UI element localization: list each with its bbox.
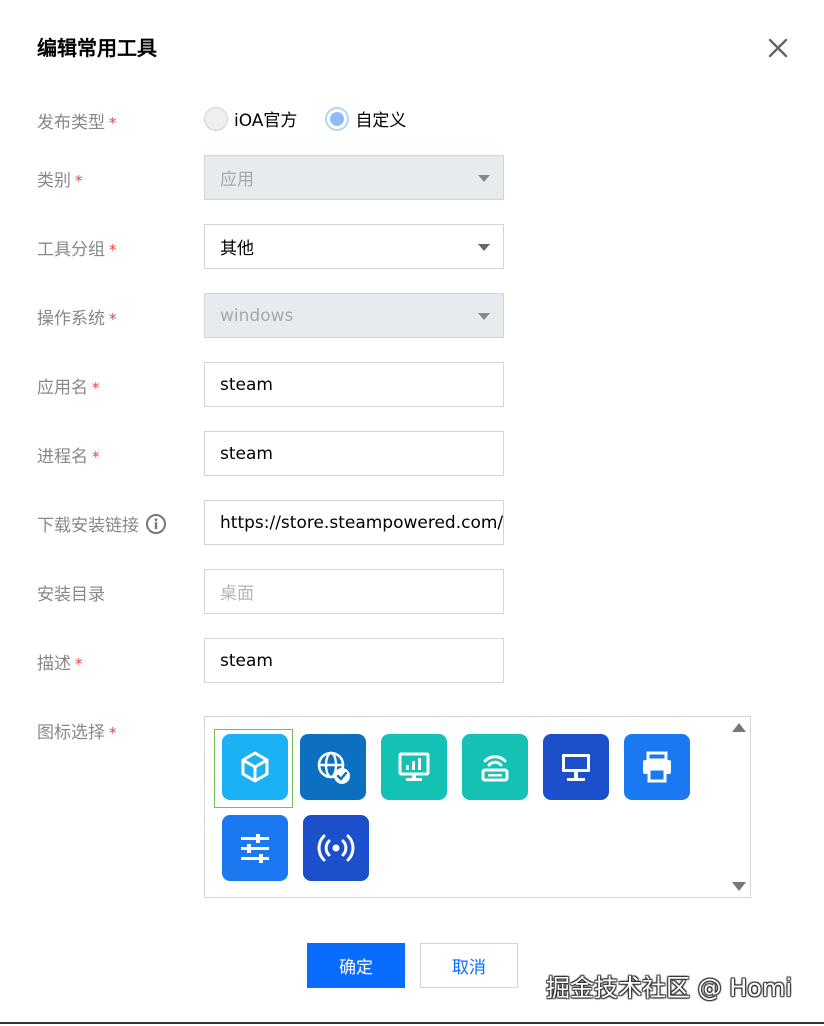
globe-check-icon[interactable] (300, 734, 366, 800)
chevron-down-icon (478, 175, 490, 182)
description-input[interactable]: steam (204, 638, 504, 683)
cube-icon[interactable] (222, 734, 288, 800)
install-dir-placeholder: 桌面 (220, 584, 254, 604)
edit-tool-dialog: 编辑常用工具 发布类型 * iOA官方 自定义 类别 * 应用 工具分组 * 其他 操… (0, 0, 824, 1026)
os-label: 操作系统 * (37, 304, 117, 329)
required-mark: * (92, 379, 100, 397)
router-icon[interactable] (462, 734, 528, 800)
close-icon[interactable] (764, 34, 792, 62)
monitor-chart-icon[interactable] (381, 734, 447, 800)
required-mark: * (75, 172, 83, 190)
tool-group-label: 工具分组 * (37, 235, 117, 260)
category-label: 类别 * (37, 166, 83, 191)
chevron-down-icon (478, 313, 490, 320)
os-select[interactable]: windows (204, 293, 504, 338)
icon-select-label-text: 图标选择 (37, 723, 105, 743)
icon-select-label: 图标选择 * (37, 718, 117, 743)
radio-circle (204, 106, 228, 131)
process-name-label: 进程名 * (37, 442, 100, 467)
icon-picker (204, 716, 751, 898)
required-mark: * (109, 241, 117, 259)
app-name-input[interactable]: steam (204, 362, 504, 407)
radio-ioa-official[interactable]: iOA官方 (204, 106, 297, 131)
confirm-button[interactable]: 确定 (307, 943, 405, 988)
download-link-label: 下载安装链接 (37, 511, 167, 536)
category-value: 应用 (220, 170, 254, 190)
app-name-label: 应用名 * (37, 373, 100, 398)
download-link-input[interactable]: https://store.steampowered.com/a (204, 500, 504, 545)
tool-group-label-text: 工具分组 (37, 240, 105, 260)
broadcast-icon[interactable] (303, 815, 369, 881)
required-mark: * (109, 310, 117, 328)
info-icon[interactable] (145, 513, 167, 535)
sliders-icon[interactable] (222, 815, 288, 881)
download-link-value: https://store.steampowered.com/a (220, 512, 504, 533)
tool-group-value: 其他 (220, 239, 254, 259)
desktop-icon[interactable] (543, 734, 609, 800)
description-label-text: 描述 (37, 654, 71, 674)
app-name-value: steam (220, 374, 273, 395)
radio-circle-selected (325, 106, 350, 131)
scroll-up-arrow-icon[interactable] (732, 723, 746, 732)
required-mark: * (109, 114, 117, 132)
required-mark: * (75, 655, 83, 673)
dialog-title: 编辑常用工具 (37, 36, 157, 60)
os-label-text: 操作系统 (37, 309, 105, 329)
scroll-down-arrow-icon[interactable] (732, 882, 746, 891)
bottom-divider (0, 1022, 824, 1024)
chevron-down-icon (478, 244, 490, 251)
required-mark: * (109, 724, 117, 742)
cancel-button[interactable]: 取消 (420, 943, 518, 988)
os-value: windows (220, 305, 294, 326)
publish-type-label-text: 发布类型 (37, 113, 105, 133)
process-name-input[interactable]: steam (204, 431, 504, 476)
category-label-text: 类别 (37, 171, 71, 191)
install-dir-input[interactable]: 桌面 (204, 569, 504, 614)
printer-icon[interactable] (624, 734, 690, 800)
install-dir-label: 安装目录 (37, 580, 105, 605)
description-label: 描述 * (37, 649, 83, 674)
watermark-text: 掘金技术社区 @ Homi (546, 974, 793, 1002)
radio-label: 自定义 (355, 111, 407, 131)
install-dir-label-text: 安装目录 (37, 585, 105, 605)
process-name-label-text: 进程名 (37, 447, 88, 467)
tool-group-select[interactable]: 其他 (204, 224, 504, 269)
required-mark: * (92, 448, 100, 466)
publish-type-radio-group: iOA官方 自定义 (204, 106, 434, 131)
download-link-label-text: 下载安装链接 (37, 516, 139, 536)
app-name-label-text: 应用名 (37, 378, 88, 398)
radio-label: iOA官方 (234, 111, 298, 131)
publish-type-label: 发布类型 * (37, 108, 117, 133)
category-select[interactable]: 应用 (204, 155, 504, 200)
description-value: steam (220, 650, 273, 671)
radio-custom[interactable]: 自定义 (325, 106, 406, 131)
process-name-value: steam (220, 443, 273, 464)
